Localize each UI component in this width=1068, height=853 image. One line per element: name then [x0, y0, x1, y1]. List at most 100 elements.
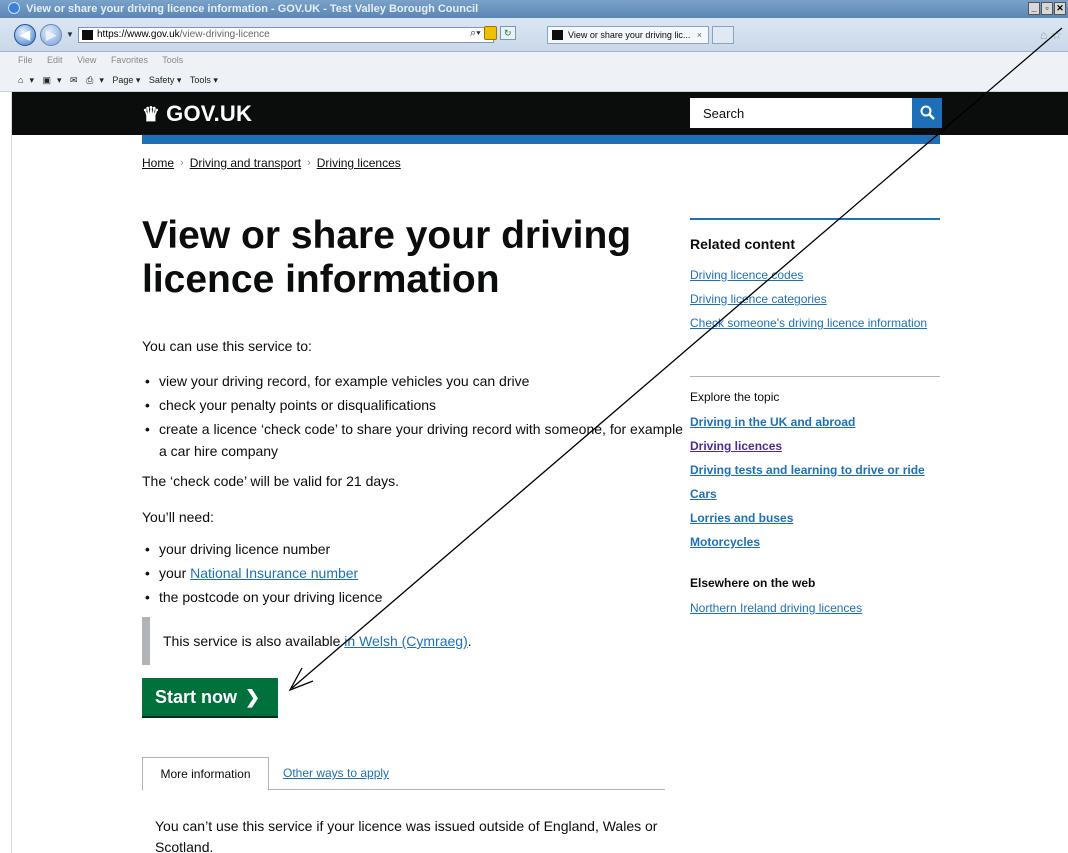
menu-view[interactable]: View: [77, 55, 96, 65]
list-item: your National Insurance number: [145, 562, 685, 584]
info-tabs: More information Other ways to apply: [142, 757, 665, 791]
browser-title-bar: View or share your driving licence infor…: [0, 0, 1068, 18]
home-cmd-icon[interactable]: ⌂: [18, 75, 23, 85]
topic-link-uk-abroad[interactable]: Driving in the UK and abroad: [690, 415, 855, 429]
start-now-label: Start now: [155, 687, 238, 707]
menu-edit[interactable]: Edit: [47, 55, 63, 65]
page-title: View or share your driving licence infor…: [142, 214, 632, 301]
page-menu[interactable]: Page ▾: [112, 75, 140, 85]
left-gutter: [0, 92, 12, 853]
search-address-icon[interactable]: ⌕▾: [470, 27, 481, 40]
list-item: Cars: [690, 484, 940, 504]
chevron-right-icon: ❯: [245, 687, 261, 707]
breadcrumb-chevron-icon: ›: [307, 157, 311, 169]
feeds-dropdown[interactable]: ▾: [57, 75, 62, 85]
feeds-icon[interactable]: ▣: [42, 75, 51, 85]
refresh-icon[interactable]: ↻: [499, 26, 516, 40]
check-code-valid-text: The ‘check code’ will be valid for 21 da…: [142, 473, 400, 489]
related-heading: Related content: [690, 236, 796, 252]
annotation-arrowhead: [288, 667, 314, 692]
browser-tab[interactable]: View or share your driving lic... ×: [547, 26, 709, 44]
breadcrumb-driving-licences[interactable]: Driving licences: [317, 156, 401, 170]
tab-close-icon[interactable]: ×: [697, 27, 702, 43]
lock-icon[interactable]: [483, 26, 497, 40]
inset-prefix: This service is also available: [163, 633, 345, 649]
list-item: check your penalty points or disqualific…: [145, 394, 685, 416]
browser-right-icons: ⌂ ☆: [1040, 28, 1062, 42]
tab-more-information[interactable]: More information: [142, 757, 269, 791]
home-icon[interactable]: ⌂: [1040, 28, 1047, 42]
command-bar: ⌂ ▾ ▣ ▾ ✉ ⎙ ▾ Page ▾ Safety ▾ Tools ▾: [0, 69, 1068, 92]
minimize-button[interactable]: _: [1028, 2, 1040, 15]
related-list: Driving licence codes Driving licence ca…: [690, 265, 940, 337]
history-dropdown-icon[interactable]: ▼: [66, 30, 74, 39]
list-item: your driving licence number: [145, 538, 685, 560]
related-link-check[interactable]: Check someone's driving licence informat…: [690, 316, 927, 330]
use-list: view your driving record, for example ve…: [145, 370, 685, 464]
related-link-codes[interactable]: Driving licence codes: [690, 268, 803, 282]
maximize-button[interactable]: ▫: [1041, 2, 1053, 15]
search-input[interactable]: [690, 98, 912, 128]
list-item: Lorries and buses: [690, 508, 940, 528]
intro-text: You can use this service to:: [142, 338, 312, 354]
inset-suffix: .: [467, 633, 472, 649]
list-item: Motorcycles: [690, 532, 940, 552]
search-button[interactable]: [912, 98, 942, 128]
favorites-star-icon[interactable]: ☆: [1051, 28, 1062, 42]
new-tab-button[interactable]: [712, 26, 734, 44]
search-icon: [920, 105, 935, 120]
address-tools: ⌕▾ ↻: [470, 26, 516, 40]
topic-list: Driving in the UK and abroad Driving lic…: [690, 412, 940, 556]
tools-menu[interactable]: Tools ▾: [190, 75, 218, 85]
elsewhere-heading: Elsewhere on the web: [690, 576, 816, 590]
tab-other-ways[interactable]: Other ways to apply: [283, 757, 389, 790]
topic-link-motorcycles[interactable]: Motorcycles: [690, 535, 760, 549]
back-button[interactable]: ◀: [14, 24, 36, 46]
govuk-header: ♛ GOV.UK: [12, 92, 1068, 135]
topic-link-cars[interactable]: Cars: [690, 487, 717, 501]
govuk-logo[interactable]: ♛ GOV.UK: [142, 101, 252, 127]
address-host: https://www.gov.uk: [97, 29, 180, 40]
list-item: Northern Ireland driving licences: [690, 598, 940, 618]
breadcrumb-chevron-icon: ›: [180, 157, 184, 169]
elsewhere-list: Northern Ireland driving licences: [690, 598, 940, 618]
list-item: create a licence ‘check code’ to share y…: [145, 418, 685, 462]
welsh-inset: This service is also available in Welsh …: [142, 617, 662, 665]
list-item: Driving licences: [690, 436, 940, 456]
print-dropdown[interactable]: ▾: [99, 75, 104, 85]
window-title: View or share your driving licence infor…: [26, 3, 479, 15]
menu-favorites[interactable]: Favorites: [111, 55, 148, 65]
ni-number-link[interactable]: National Insurance number: [190, 565, 358, 581]
list-item: Driving in the UK and abroad: [690, 412, 940, 432]
need-2-prefix: your: [159, 565, 191, 581]
topic-link-lorries[interactable]: Lorries and buses: [690, 511, 793, 525]
forward-button[interactable]: ▶: [40, 24, 62, 46]
topic-link-tests[interactable]: Driving tests and learning to drive or r…: [690, 463, 925, 477]
tab-favicon-icon: [552, 30, 563, 40]
list-item: Driving licence codes: [690, 265, 940, 285]
related-link-categories[interactable]: Driving licence categories: [690, 292, 827, 306]
home-cmd-dropdown[interactable]: ▾: [29, 75, 34, 85]
breadcrumb-home[interactable]: Home: [142, 156, 174, 170]
youll-need-text: You’ll need:: [142, 509, 214, 525]
topic-link-licences[interactable]: Driving licences: [690, 439, 782, 453]
menu-file[interactable]: File: [18, 55, 33, 65]
address-bar[interactable]: https://www.gov.uk/view-driving-licence: [78, 27, 494, 43]
start-now-button[interactable]: Start now ❯: [142, 678, 278, 716]
breadcrumb-driving-transport[interactable]: Driving and transport: [190, 156, 301, 170]
print-icon[interactable]: ⎙: [86, 75, 93, 85]
menu-tools[interactable]: Tools: [162, 55, 183, 65]
ni-licences-link[interactable]: Northern Ireland driving licences: [690, 601, 862, 615]
list-item: Driving licence categories: [690, 289, 940, 309]
mail-icon[interactable]: ✉: [70, 75, 78, 85]
list-item: Check someone's driving licence informat…: [690, 313, 940, 333]
safety-menu[interactable]: Safety ▾: [149, 75, 182, 85]
related-rule: [690, 218, 940, 220]
header-blue-rule: [142, 135, 940, 144]
breadcrumb: Home › Driving and transport › Driving l…: [142, 156, 401, 170]
tab-panel-text: You can’t use this service if your licen…: [155, 818, 658, 853]
close-window-button[interactable]: ✕: [1054, 2, 1066, 15]
logo-text: GOV.UK: [166, 101, 253, 126]
welsh-link[interactable]: in Welsh (Cymraeg): [344, 633, 467, 649]
window-controls: _ ▫ ✕: [1028, 2, 1066, 15]
